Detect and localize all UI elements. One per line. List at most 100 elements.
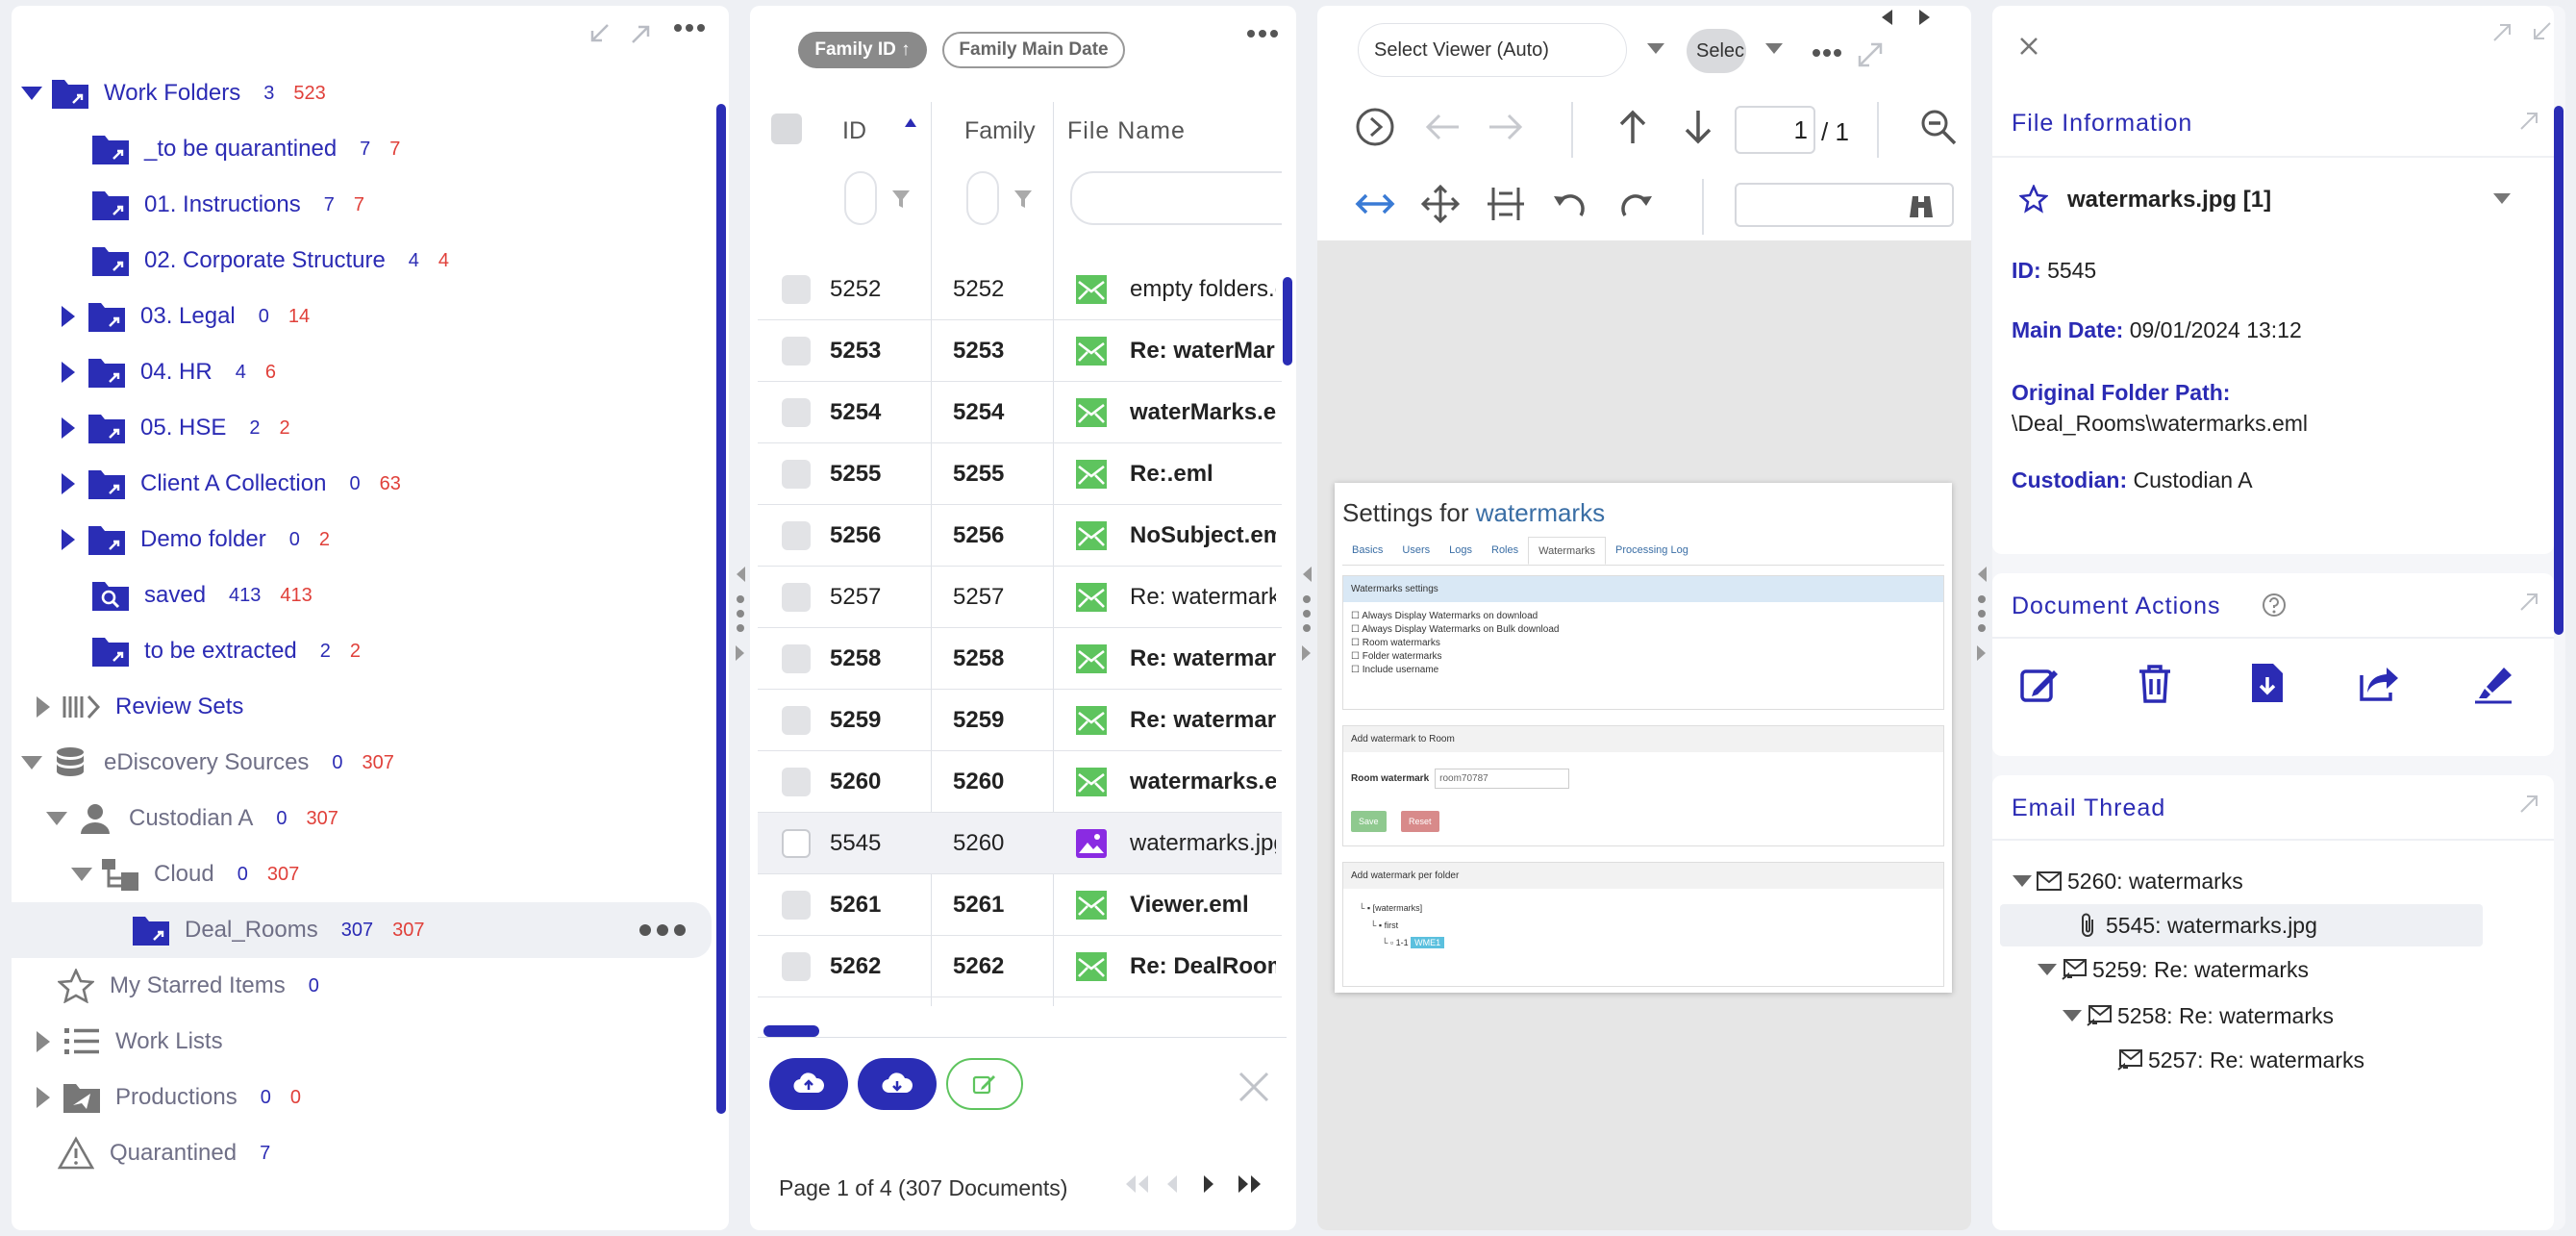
details-scrollbar[interactable] (2554, 106, 2563, 635)
table-row[interactable]: 5257 5257 Re: watermarks.eml (758, 567, 1282, 628)
select-mode-dropdown[interactable]: Selec (1687, 29, 1746, 73)
tree-item-hr[interactable]: 04. HR 4 6 (56, 344, 276, 400)
row-checkbox[interactable] (782, 582, 811, 612)
thread-item[interactable]: 5259: Re: watermarks (2035, 950, 2309, 989)
table-row[interactable]: 5261 5261 Viewer.eml (758, 874, 1282, 936)
pop-out-icon[interactable] (2519, 110, 2540, 131)
tree-item-work-lists[interactable]: Work Lists (31, 1014, 223, 1070)
next-page-icon[interactable] (1202, 1173, 1217, 1195)
select-all-checkbox[interactable] (771, 114, 802, 144)
table-row[interactable]: 5259 5259 Re: watermarks.eml (758, 690, 1282, 751)
pop-out-icon[interactable] (2519, 591, 2540, 612)
table-row[interactable]: 5255 5255 Re:.eml (758, 443, 1282, 505)
tree-item-corporate-structure[interactable]: 02. Corporate Structure 4 4 (90, 233, 449, 289)
caret-right-icon[interactable] (31, 1085, 56, 1110)
collapse-panel-icon[interactable] (587, 21, 612, 46)
tree-scrollbar[interactable] (716, 104, 726, 1114)
id-filter-input[interactable] (844, 171, 877, 225)
caret-down-icon[interactable] (19, 81, 44, 106)
pop-out-icon[interactable] (2519, 793, 2540, 814)
table-row[interactable]: 5262 5262 Re: DealRooms.eml (758, 936, 1282, 997)
share-export-icon[interactable] (2358, 664, 2400, 702)
tree-item-to-be-quarantined[interactable]: _to be quarantined 7 7 (90, 121, 400, 177)
row-checkbox[interactable] (782, 828, 811, 858)
tree-item-client-a-collection[interactable]: Client A Collection 0 63 (56, 456, 401, 512)
star-icon[interactable] (2019, 185, 2048, 214)
caret-down-icon[interactable] (69, 862, 94, 887)
row-checkbox[interactable] (782, 397, 811, 427)
tree-item-deal-rooms[interactable]: Deal_Rooms 307 307 (12, 902, 712, 958)
filter-icon[interactable] (1013, 189, 1034, 210)
tree-item-review-sets[interactable]: Review Sets (31, 679, 243, 735)
splitter-middle[interactable] (1300, 566, 1313, 662)
previous-document-icon[interactable] (1879, 8, 1894, 27)
caret-right-icon[interactable] (56, 416, 81, 441)
splitter-left[interactable] (734, 566, 747, 662)
close-icon[interactable] (2019, 37, 2038, 56)
chevron-down-icon[interactable] (1646, 42, 1665, 56)
table-row[interactable]: 5545 5260 watermarks.jpg (758, 813, 1282, 874)
thread-item-selected[interactable]: 5545: watermarks.jpg (2073, 906, 2317, 945)
thread-item[interactable]: 5257: Re: watermarks (2115, 1041, 2364, 1079)
page-number-input[interactable]: 1 (1735, 106, 1815, 154)
table-row[interactable]: 5260 5260 watermarks.eml (758, 751, 1282, 813)
previous-page-arrow-button[interactable] (1610, 104, 1656, 150)
close-icon[interactable] (1237, 1070, 1271, 1104)
list-scrollbar-vertical[interactable] (1283, 277, 1292, 366)
table-row[interactable]: 5258 5258 Re: watermarks.eml (758, 628, 1282, 690)
first-page-icon[interactable] (1121, 1173, 1152, 1195)
more-options-icon[interactable] (1812, 48, 1842, 58)
fit-width-button[interactable] (1352, 181, 1398, 227)
caret-down-icon[interactable] (2035, 963, 2060, 976)
sort-family-id-pill[interactable]: Family ID ↑ (798, 32, 927, 68)
tree-item-demo-folder[interactable]: Demo folder 0 2 (56, 512, 330, 568)
sort-family-main-date-pill[interactable]: Family Main Date (942, 32, 1125, 68)
row-checkbox[interactable] (782, 336, 811, 366)
caret-down-icon[interactable] (19, 750, 44, 775)
zoom-out-button[interactable] (1915, 104, 1962, 150)
column-header-id[interactable]: ID (842, 117, 866, 145)
column-header-family[interactable]: Family (964, 117, 1036, 145)
tree-item-hse[interactable]: 05. HSE 2 2 (56, 400, 290, 456)
caret-right-icon[interactable] (56, 304, 81, 329)
table-row[interactable]: 5253 5253 Re: waterMarks.eml (758, 320, 1282, 382)
collapse-panel-icon[interactable] (2531, 21, 2552, 42)
next-page-arrow-button[interactable] (1675, 104, 1721, 150)
table-row[interactable]: 5254 5254 waterMarks.eml (758, 382, 1282, 443)
caret-right-icon[interactable] (56, 471, 81, 496)
pan-button[interactable] (1417, 181, 1463, 227)
caret-down-icon[interactable] (2010, 874, 2035, 888)
tree-item-legal[interactable]: 03. Legal 0 14 (56, 289, 310, 344)
caret-right-icon[interactable] (56, 360, 81, 385)
last-page-icon[interactable] (1235, 1173, 1265, 1195)
caret-down-icon[interactable] (44, 806, 69, 831)
filter-icon[interactable] (890, 189, 912, 210)
highlighter-icon[interactable] (2473, 664, 2513, 704)
caret-down-icon[interactable] (2060, 1009, 2085, 1022)
tree-item-instructions[interactable]: 01. Instructions 7 7 (90, 177, 364, 233)
caret-right-icon[interactable] (56, 527, 81, 552)
row-checkbox[interactable] (782, 520, 811, 550)
list-scrollbar-horizontal[interactable] (763, 1025, 819, 1037)
tree-item-custodian-a[interactable]: Custodian A 0 307 (44, 791, 338, 846)
chevron-down-icon[interactable] (2492, 192, 2512, 206)
expand-panel-icon[interactable] (2492, 21, 2513, 42)
edit-document-icon[interactable] (2019, 664, 2060, 704)
splitter-right[interactable] (1975, 566, 1988, 662)
rotate-right-button[interactable] (1612, 181, 1658, 227)
caret-right-icon[interactable] (31, 1029, 56, 1054)
sort-ascending-icon[interactable] (904, 117, 917, 129)
row-checkbox[interactable] (782, 767, 811, 796)
delete-icon[interactable] (2137, 664, 2173, 704)
caret-right-icon[interactable] (31, 694, 56, 719)
expand-panel-icon[interactable] (629, 21, 654, 46)
tree-item-quarantined[interactable]: Quarantined 7 (56, 1125, 270, 1181)
more-options-icon[interactable] (1246, 29, 1279, 38)
binoculars-icon[interactable] (1906, 192, 1937, 219)
previous-page-icon[interactable] (1163, 1173, 1179, 1195)
row-checkbox[interactable] (782, 459, 811, 489)
more-options-icon[interactable] (673, 23, 706, 33)
play-button[interactable] (1352, 104, 1398, 150)
tree-item-productions[interactable]: Productions 0 0 (31, 1070, 301, 1125)
thread-item[interactable]: 5258: Re: watermarks (2060, 996, 2334, 1035)
